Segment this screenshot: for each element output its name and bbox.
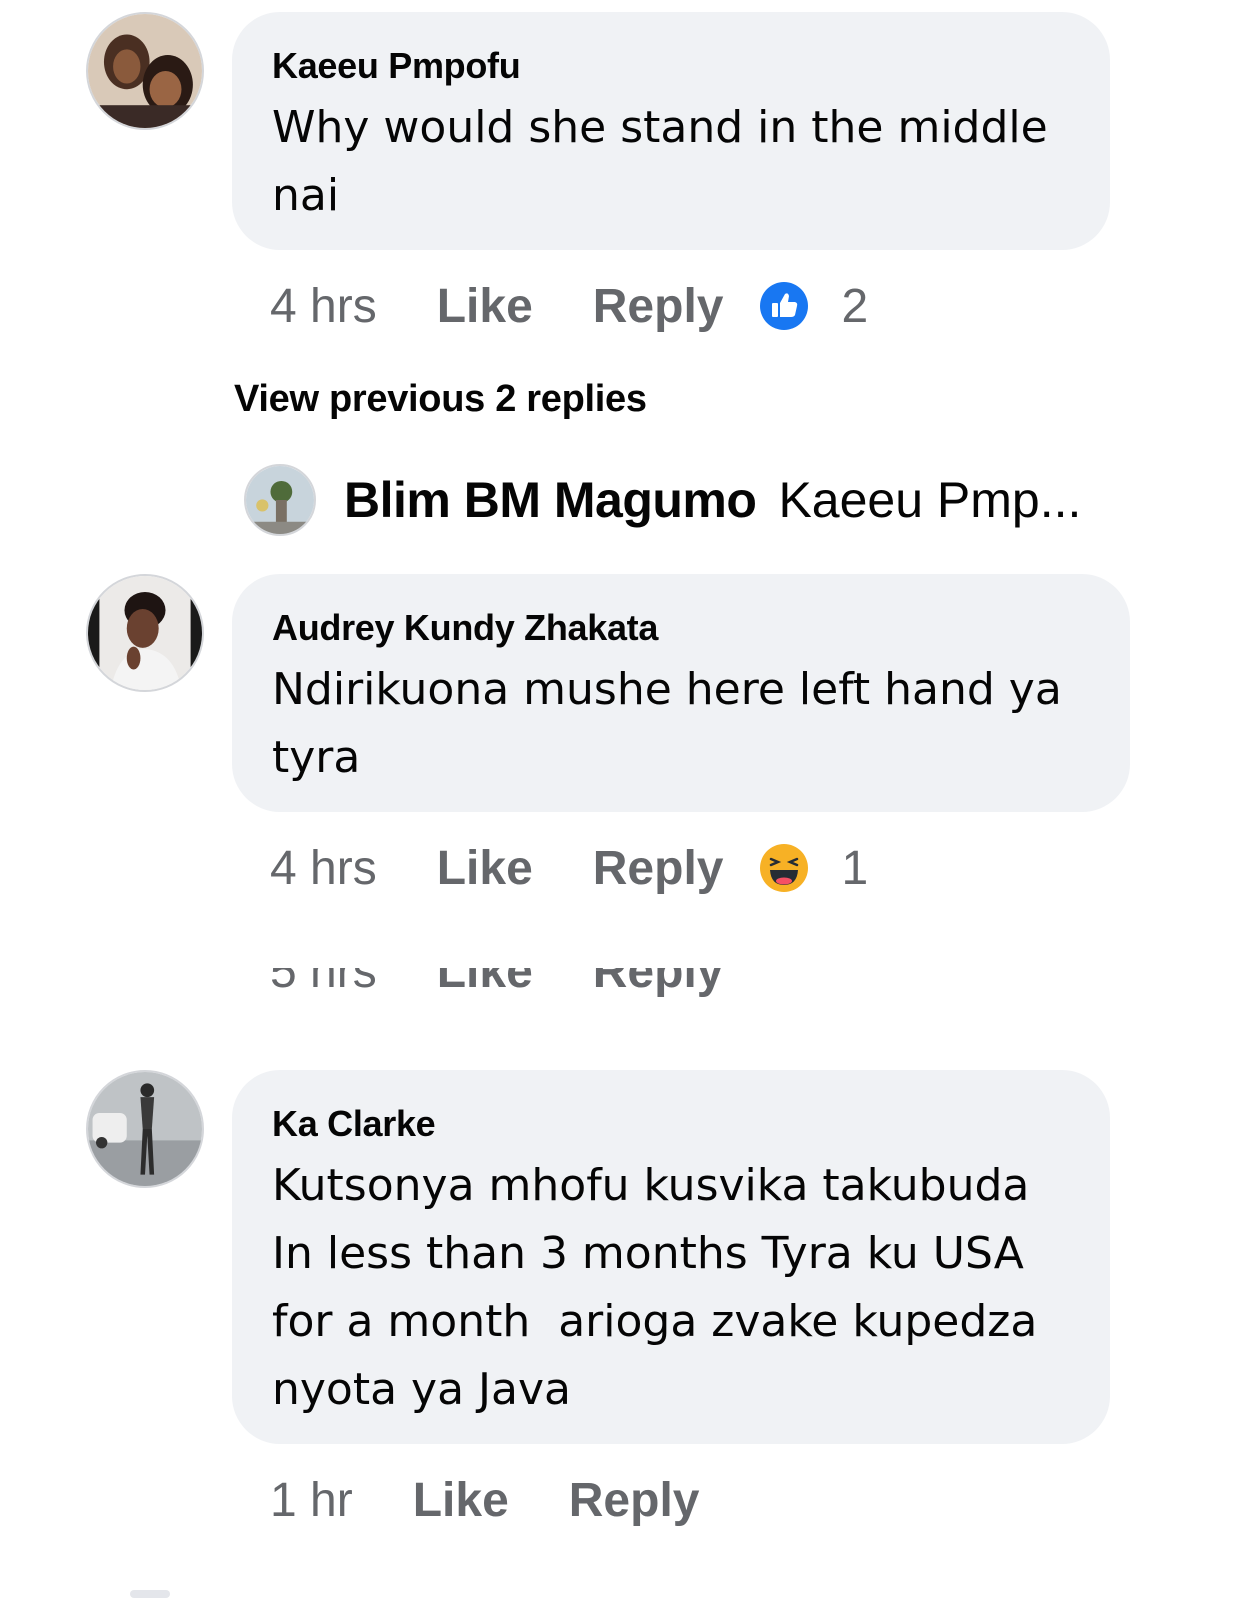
reply-button[interactable]: Reply: [593, 968, 724, 999]
comment-bubble: Ka Clarke Kutsonya mhofu kusvika takubud…: [232, 1070, 1110, 1444]
comment-bubble: Kaeeu Pmpofu Why would she stand in the …: [232, 12, 1110, 250]
avatar-photo: [88, 576, 202, 690]
comment-time[interactable]: 4 hrs: [270, 841, 377, 896]
comment-text: Why would she stand in the middle nai: [272, 102, 1048, 221]
comment-time[interactable]: 5 hrs: [270, 968, 377, 999]
reply-snippet: Kaeeu Pmp...: [778, 472, 1082, 528]
avatar[interactable]: [86, 574, 204, 692]
avatar-photo: [246, 466, 314, 534]
like-button[interactable]: Like: [437, 841, 533, 896]
comment-author[interactable]: Kaeeu Pmpofu: [272, 44, 1070, 88]
clipped-comment-actions: 5 hrs Like Reply: [270, 968, 870, 1018]
comment-actions: 1 hr Like Reply: [270, 1470, 735, 1530]
comment-text: Ndirikuona mushe here left hand ya tyra: [272, 664, 1062, 783]
comment-time[interactable]: 4 hrs: [270, 279, 377, 334]
reply-button[interactable]: Reply: [569, 1473, 700, 1528]
comment-author[interactable]: Ka Clarke: [272, 1102, 1070, 1146]
avatar[interactable]: [244, 464, 316, 536]
like-button[interactable]: Like: [437, 968, 533, 999]
comment-actions: 4 hrs Like Reply 1: [270, 838, 868, 898]
comment-text: Kutsonya mhofu kusvika takubuda In less …: [272, 1160, 1038, 1415]
reply-author[interactable]: Blim BM Magumo: [344, 471, 757, 529]
view-previous-replies-link[interactable]: View previous 2 replies: [234, 378, 647, 421]
divider: [130, 1590, 170, 1598]
avatar-photo: [88, 14, 202, 128]
reply-preview[interactable]: Blim BM Magumo Kaeeu Pmp...: [244, 464, 1081, 536]
reply-button[interactable]: Reply: [593, 841, 724, 896]
haha-icon[interactable]: [759, 843, 809, 893]
comment-author[interactable]: Audrey Kundy Zhakata: [272, 606, 1090, 650]
like-button[interactable]: Like: [437, 279, 533, 334]
reaction-count[interactable]: 1: [841, 841, 868, 896]
like-icon[interactable]: [759, 281, 809, 331]
avatar[interactable]: [86, 1070, 204, 1188]
like-button[interactable]: Like: [413, 1473, 509, 1528]
comment-actions: 4 hrs Like Reply 2: [270, 276, 868, 336]
avatar[interactable]: [86, 12, 204, 130]
comments-page: Kaeeu Pmpofu Why would she stand in the …: [0, 0, 1242, 1598]
comment-bubble: Audrey Kundy Zhakata Ndirikuona mushe he…: [232, 574, 1130, 812]
reaction-count[interactable]: 2: [841, 279, 868, 334]
comment-time[interactable]: 1 hr: [270, 1473, 353, 1528]
reply-button[interactable]: Reply: [593, 279, 724, 334]
avatar-photo: [88, 1072, 202, 1186]
